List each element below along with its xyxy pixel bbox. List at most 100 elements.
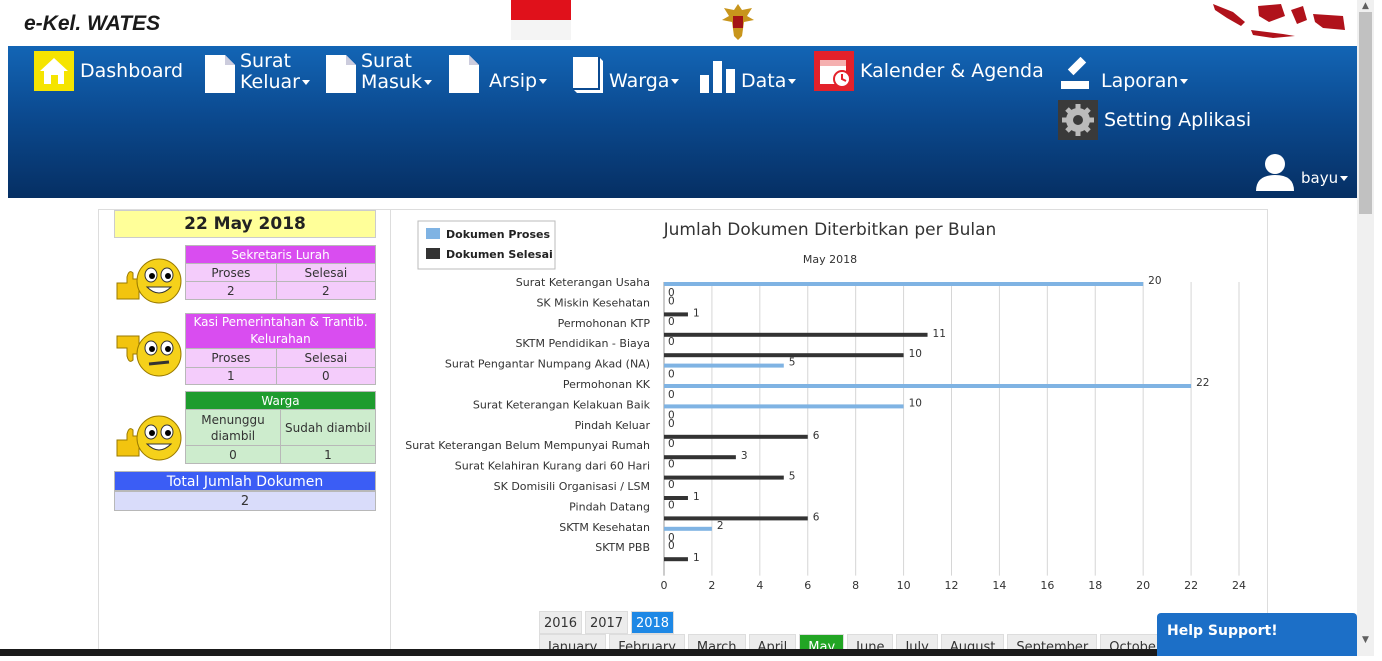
- category-label: Surat Kelahiran Kurang dari 60 Hari: [455, 460, 650, 473]
- data-label: 1: [693, 552, 700, 564]
- nav-setting[interactable]: Setting Aplikasi: [1058, 100, 1251, 140]
- bar-selesai: [664, 516, 808, 521]
- data-label: 6: [813, 511, 820, 523]
- category-label: Surat Keterangan Usaha: [516, 276, 650, 289]
- app-title: e-Kel. WATES: [24, 12, 161, 35]
- bar-proses: [664, 282, 1144, 286]
- nav-data-label: Data: [741, 70, 787, 92]
- warga-title: Warga: [185, 391, 376, 410]
- user-name: bayu: [1301, 169, 1339, 187]
- x-tick-label: 10: [897, 579, 911, 592]
- data-label: 5: [789, 357, 796, 369]
- col-selesai: Selesai: [275, 348, 377, 368]
- total-label: Total Jumlah Dokumen: [114, 471, 376, 491]
- bar-selesai: [664, 332, 928, 337]
- data-label: 1: [693, 491, 700, 503]
- gavel-icon: [1061, 57, 1089, 89]
- nav-surat-masuk-label-2: Masuk: [361, 71, 422, 93]
- data-label: 22: [1196, 377, 1209, 389]
- nav-setting-label: Setting Aplikasi: [1104, 109, 1252, 131]
- scroll-down-icon[interactable]: ▼: [1361, 636, 1370, 645]
- x-tick-label: 2: [708, 579, 715, 592]
- data-label: 0: [668, 369, 675, 381]
- value-proses: 1: [185, 367, 277, 385]
- home-icon: [34, 51, 74, 91]
- data-label: 0: [668, 316, 675, 328]
- data-label: 3: [741, 450, 748, 462]
- data-label: 10: [909, 397, 922, 409]
- data-label: 0: [668, 389, 675, 401]
- bar-proses: [664, 363, 784, 368]
- x-tick-label: 14: [992, 579, 1006, 592]
- caret-down-icon: [1340, 176, 1349, 181]
- value-menunggu: 0: [185, 445, 281, 464]
- bar-selesai: [664, 434, 808, 439]
- document-icon: [326, 55, 356, 93]
- taskbar-strip: [0, 649, 1357, 656]
- value-proses: 2: [185, 281, 277, 300]
- calendar-icon: [814, 51, 854, 91]
- thumbs-down-smiley-icon: [116, 331, 182, 377]
- data-label: 0: [668, 336, 675, 348]
- caret-down-icon: [788, 79, 797, 84]
- user-avatar-icon: [1256, 154, 1294, 191]
- user-menu[interactable]: bayu: [1256, 151, 1349, 191]
- thumbs-up-smiley-icon: [116, 415, 182, 461]
- chart-title: Jumlah Dokumen Diterbitkan per Bulan: [663, 220, 997, 240]
- scroll-up-icon[interactable]: ▲: [1361, 2, 1370, 11]
- x-tick-label: 4: [756, 579, 763, 592]
- value-sudah-diambil: 1: [280, 445, 376, 464]
- category-label: Surat Keterangan Belum Mempunyai Rumah: [405, 439, 650, 452]
- data-label: 20: [1148, 275, 1161, 287]
- data-label: 5: [789, 471, 796, 483]
- nav-surat-keluar-label-1: Surat: [240, 50, 292, 72]
- category-label: Surat Keterangan Kelakuan Baik: [473, 398, 651, 411]
- nav-surat-keluar[interactable]: Surat Keluar: [205, 51, 310, 93]
- data-label: 0: [668, 438, 675, 450]
- nav-data[interactable]: Data: [700, 51, 797, 93]
- category-label: Surat Pengantar Numpang Akad (NA): [445, 358, 650, 371]
- data-label: 1: [693, 307, 700, 319]
- nav-warga[interactable]: Warga: [569, 51, 680, 93]
- data-label: 6: [813, 430, 820, 442]
- data-label: 10: [909, 348, 922, 360]
- col-menunggu: Menunggu diambil: [185, 409, 281, 446]
- bar-selesai: [664, 557, 688, 562]
- data-label: 0: [668, 418, 675, 430]
- nav-warga-label: Warga: [609, 70, 670, 92]
- x-tick-label: 16: [1040, 579, 1054, 592]
- caret-down-icon: [301, 80, 310, 85]
- year-tab-2018[interactable]: 2018: [631, 611, 674, 634]
- data-label: 2: [717, 520, 724, 532]
- nav-laporan-label: Laporan: [1101, 70, 1179, 92]
- scrollbar-thumb[interactable]: [1359, 12, 1372, 214]
- year-tab-2016[interactable]: 2016: [539, 611, 582, 634]
- nav-arsip-label: Arsip: [489, 70, 538, 92]
- nav-kalender[interactable]: Kalender & Agenda: [814, 51, 1044, 91]
- sekretaris-title: Sekretaris Lurah: [185, 245, 376, 264]
- nav-surat-masuk[interactable]: Surat Masuk: [326, 51, 432, 93]
- col-sudah-diambil: Sudah diambil: [280, 409, 376, 446]
- x-tick-label: 18: [1088, 579, 1102, 592]
- total-value: 2: [114, 491, 376, 511]
- value-selesai: 0: [275, 367, 377, 385]
- indonesia-flag-icon: [511, 0, 571, 40]
- bar-selesai: [664, 455, 736, 460]
- help-support-button[interactable]: Help Support!: [1157, 613, 1357, 656]
- bar-chart-icon: [700, 61, 735, 93]
- year-tab-2017[interactable]: 2017: [585, 611, 628, 634]
- indonesia-map-icon: [1213, 4, 1345, 38]
- bar-proses: [664, 526, 712, 531]
- data-label: 0: [668, 459, 675, 471]
- category-label: SK Domisili Organisasi / LSM: [494, 480, 650, 493]
- category-label: SKTM Kesehatan: [559, 521, 650, 534]
- category-label: Permohonan KTP: [558, 317, 651, 330]
- nav-surat-masuk-label-1: Surat: [361, 50, 413, 72]
- nav-laporan[interactable]: Laporan: [1059, 51, 1189, 93]
- nav-arsip[interactable]: Arsip: [449, 51, 548, 93]
- current-date: 22 May 2018: [114, 210, 376, 238]
- nav-dashboard[interactable]: Dashboard: [34, 51, 183, 91]
- category-label: SKTM Pendidikan - Biaya: [515, 337, 650, 350]
- year-tabs: 2016 2017 2018: [539, 611, 674, 634]
- data-label: 0: [668, 295, 675, 307]
